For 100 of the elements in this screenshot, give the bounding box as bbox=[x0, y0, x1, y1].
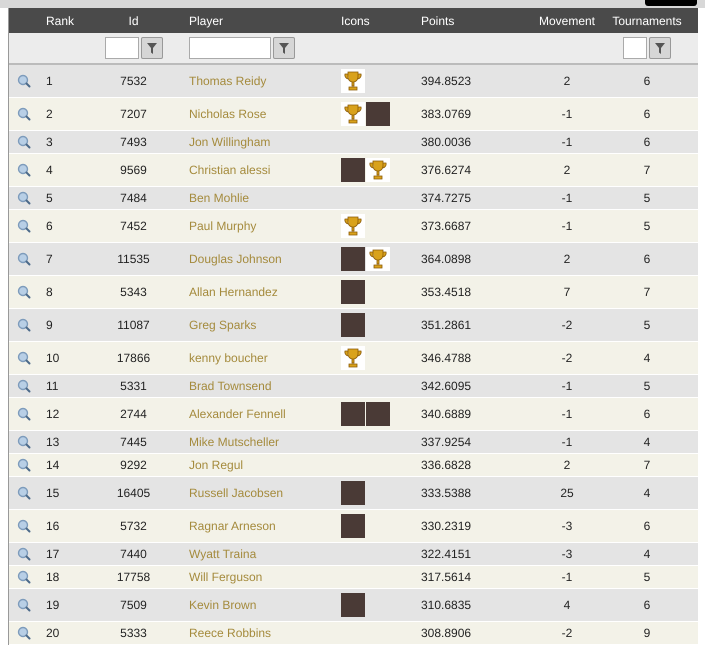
player-link[interactable]: Jon Regul bbox=[189, 458, 244, 472]
column-header[interactable]: Tournaments bbox=[612, 14, 682, 28]
rank-cell: 2 bbox=[46, 107, 53, 121]
player-link[interactable]: Greg Sparks bbox=[189, 318, 256, 332]
photo-placeholder bbox=[341, 158, 365, 182]
photo-placeholder bbox=[341, 514, 365, 538]
points-cell: 308.8906 bbox=[421, 626, 472, 640]
player-link[interactable]: Nicholas Rose bbox=[189, 107, 266, 121]
column-header[interactable]: Points bbox=[421, 14, 454, 28]
player-link[interactable]: Alexander Fennell bbox=[189, 407, 286, 421]
points-cell: 364.0898 bbox=[421, 252, 472, 266]
id-cell: 5331 bbox=[120, 379, 147, 393]
rank-cell: 12 bbox=[46, 407, 60, 421]
player-link[interactable]: Will Ferguson bbox=[189, 570, 262, 584]
filter-input[interactable] bbox=[623, 37, 647, 59]
player-link[interactable]: Mike Mutscheller bbox=[189, 435, 280, 449]
rank-cell: 3 bbox=[46, 135, 53, 149]
movement-cell: 2 bbox=[564, 458, 570, 472]
filter-input[interactable] bbox=[189, 37, 271, 59]
search-icon[interactable] bbox=[17, 547, 31, 561]
movement-cell: 7 bbox=[564, 285, 570, 299]
player-link[interactable]: Wyatt Traina bbox=[189, 547, 256, 561]
id-cell: 9292 bbox=[120, 458, 147, 472]
player-link[interactable]: Ragnar Arneson bbox=[189, 519, 276, 533]
movement-cell: -2 bbox=[562, 351, 572, 365]
points-cell: 330.2319 bbox=[421, 519, 472, 533]
column-header[interactable]: Icons bbox=[341, 14, 370, 28]
player-link[interactable]: Thomas Reidy bbox=[189, 74, 266, 88]
tournaments-cell: 5 bbox=[644, 379, 650, 393]
search-icon[interactable] bbox=[17, 486, 31, 500]
tournaments-cell: 6 bbox=[644, 252, 650, 266]
search-icon[interactable] bbox=[17, 74, 31, 88]
search-icon[interactable] bbox=[17, 318, 31, 332]
rank-cell: 19 bbox=[46, 598, 60, 612]
player-link[interactable]: Douglas Johnson bbox=[189, 252, 282, 266]
search-icon[interactable] bbox=[17, 435, 31, 449]
search-icon[interactable] bbox=[17, 191, 31, 205]
search-icon[interactable] bbox=[17, 163, 31, 177]
filter-button[interactable] bbox=[649, 37, 671, 59]
filter-button[interactable] bbox=[140, 37, 162, 59]
tournaments-cell: 7 bbox=[644, 458, 650, 472]
points-cell: 383.0769 bbox=[421, 107, 472, 121]
trophy-icon bbox=[341, 102, 365, 126]
funnel-icon bbox=[279, 42, 289, 54]
tournaments-cell: 4 bbox=[644, 486, 650, 500]
id-cell: 7509 bbox=[120, 598, 147, 612]
player-link[interactable]: Reece Robbins bbox=[189, 626, 272, 640]
search-icon[interactable] bbox=[17, 379, 31, 393]
rank-cell: 11 bbox=[46, 379, 58, 393]
filter-input[interactable] bbox=[104, 37, 138, 59]
search-icon[interactable] bbox=[17, 598, 31, 612]
column-header[interactable]: Rank bbox=[46, 14, 74, 28]
points-cell: 333.5388 bbox=[421, 486, 472, 500]
search-icon[interactable] bbox=[17, 351, 31, 365]
player-link[interactable]: Brad Townsend bbox=[189, 379, 272, 393]
player-link[interactable]: kenny boucher bbox=[189, 351, 268, 365]
id-cell: 2744 bbox=[120, 407, 147, 421]
id-cell: 7484 bbox=[120, 191, 147, 205]
search-icon[interactable] bbox=[17, 135, 31, 149]
player-link[interactable]: Allan Hernandez bbox=[189, 285, 278, 299]
player-link[interactable]: Kevin Brown bbox=[189, 598, 256, 612]
points-cell: 394.8523 bbox=[421, 74, 472, 88]
search-icon[interactable] bbox=[17, 626, 31, 640]
search-icon[interactable] bbox=[17, 570, 31, 584]
points-cell: 346.4788 bbox=[421, 351, 472, 365]
search-icon[interactable] bbox=[17, 458, 31, 472]
player-link[interactable]: Christian alessi bbox=[189, 163, 270, 177]
movement-cell: -1 bbox=[562, 435, 572, 449]
column-header[interactable]: Player bbox=[189, 14, 224, 28]
movement-cell: -1 bbox=[562, 107, 572, 121]
tournaments-cell: 4 bbox=[644, 435, 650, 449]
player-link[interactable]: Ben Mohlie bbox=[189, 191, 250, 205]
photo-placeholder bbox=[366, 402, 390, 426]
rank-cell: 13 bbox=[46, 435, 60, 449]
movement-cell: -1 bbox=[562, 407, 572, 421]
search-icon[interactable] bbox=[17, 107, 31, 121]
id-cell: 16405 bbox=[116, 486, 150, 500]
id-cell: 7445 bbox=[120, 435, 147, 449]
search-icon[interactable] bbox=[17, 219, 31, 233]
player-link[interactable]: Russell Jacobsen bbox=[189, 486, 284, 500]
movement-cell: 2 bbox=[564, 252, 570, 266]
points-cell: 342.6095 bbox=[421, 379, 472, 393]
search-icon[interactable] bbox=[17, 519, 31, 533]
search-icon[interactable] bbox=[17, 407, 31, 421]
funnel-icon bbox=[146, 42, 156, 54]
movement-cell: -1 bbox=[562, 379, 572, 393]
column-header[interactable]: Id bbox=[128, 14, 138, 28]
rank-cell: 14 bbox=[46, 458, 60, 472]
points-cell: 374.7275 bbox=[421, 191, 472, 205]
player-link[interactable]: Jon Willingham bbox=[189, 135, 270, 149]
tournaments-cell: 4 bbox=[644, 351, 650, 365]
id-cell: 17866 bbox=[116, 351, 150, 365]
column-header[interactable]: Movement bbox=[538, 14, 596, 28]
points-cell: 353.4518 bbox=[421, 285, 472, 299]
player-link[interactable]: Paul Murphy bbox=[189, 219, 256, 233]
rank-cell: 15 bbox=[46, 486, 60, 500]
photo-placeholder bbox=[341, 280, 365, 304]
search-icon[interactable] bbox=[17, 285, 31, 299]
filter-button[interactable] bbox=[273, 37, 295, 59]
search-icon[interactable] bbox=[17, 252, 31, 266]
